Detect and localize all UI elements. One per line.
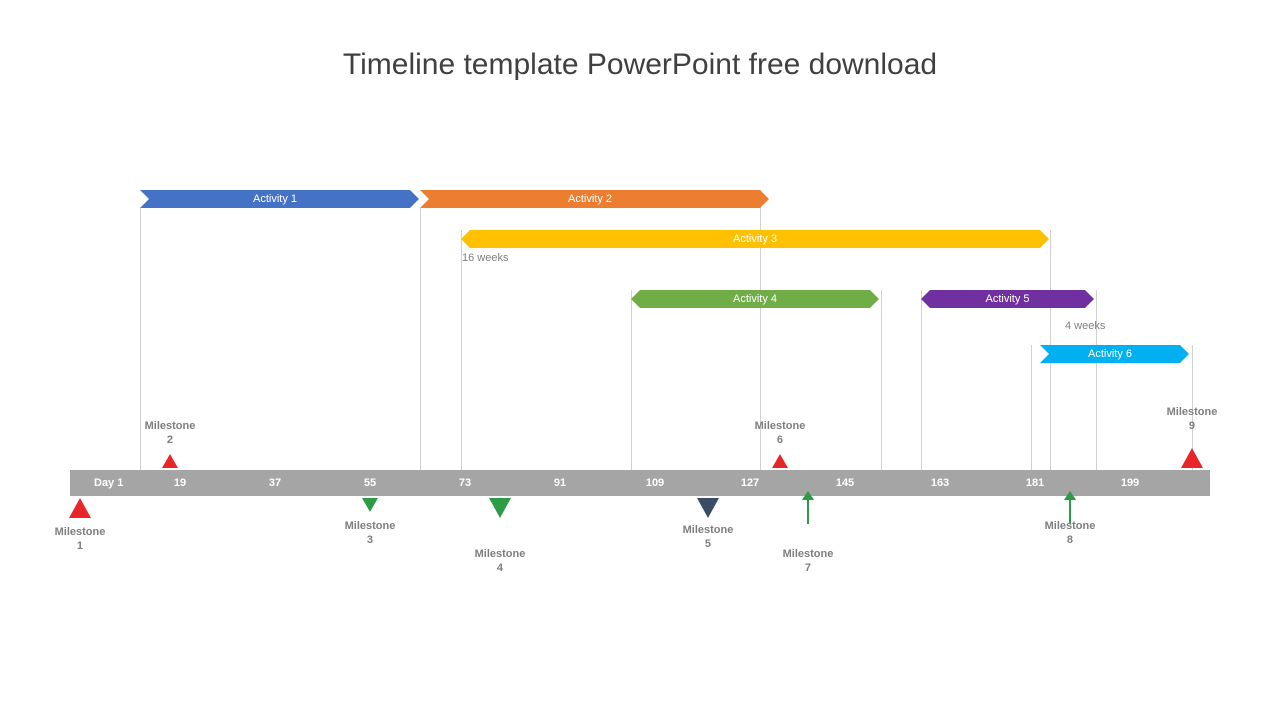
milestone-marker — [697, 498, 719, 518]
axis-tick: 73 — [459, 470, 471, 496]
guideline — [921, 290, 922, 470]
page-title: Timeline template PowerPoint free downlo… — [0, 48, 1280, 82]
milestone-marker — [1181, 448, 1203, 468]
milestone-label: Milestone2 — [145, 420, 196, 448]
milestone-marker — [772, 454, 788, 468]
activity-bar: Activity 1 — [140, 190, 410, 208]
guideline — [881, 290, 882, 470]
activity-bar: Activity 4 — [640, 290, 870, 308]
activity-bar: Activity 5 — [930, 290, 1085, 308]
milestone-label: Milestone1 — [55, 526, 106, 554]
milestone-marker — [162, 454, 178, 468]
axis-tick: 109 — [646, 470, 664, 496]
milestone-label: Milestone7 — [783, 548, 834, 576]
guideline — [1031, 345, 1032, 470]
axis-tick: 37 — [269, 470, 281, 496]
milestone-label: Milestone5 — [683, 524, 734, 552]
milestone-marker — [69, 498, 91, 518]
axis-tick: 145 — [836, 470, 854, 496]
milestone-marker — [489, 498, 511, 518]
axis-tick: 127 — [741, 470, 759, 496]
activity-bar: Activity 6 — [1040, 345, 1180, 363]
milestone-label: Milestone3 — [345, 520, 396, 548]
timeline-axis: Day 1 19 37 55 73 91 109 127 145 163 181 199 — [70, 470, 1210, 496]
milestone-label: Milestone6 — [755, 420, 806, 448]
duration-note: 16 weeks — [462, 252, 508, 264]
milestone-marker — [807, 498, 809, 524]
axis-tick: 163 — [931, 470, 949, 496]
guideline — [1096, 290, 1097, 470]
axis-tick: Day 1 — [94, 470, 123, 496]
milestone-marker — [362, 498, 378, 512]
axis-tick: 19 — [174, 470, 186, 496]
milestone-label: Milestone4 — [475, 548, 526, 576]
guideline — [140, 190, 141, 470]
timeline-chart: Activity 1 Activity 2 Activity 3 Activity 4… — [70, 190, 1210, 610]
axis-tick: 199 — [1121, 470, 1139, 496]
axis-tick: 55 — [364, 470, 376, 496]
activity-bar: Activity 3 — [470, 230, 1040, 248]
duration-note: 4 weeks — [1065, 320, 1105, 332]
milestone-label: Milestone8 — [1045, 520, 1096, 548]
guideline — [420, 190, 421, 470]
axis-tick: 91 — [554, 470, 566, 496]
guideline — [461, 230, 462, 470]
activity-bar: Activity 2 — [420, 190, 760, 208]
milestone-label: Milestone9 — [1167, 406, 1218, 434]
axis-tick: 181 — [1026, 470, 1044, 496]
guideline — [631, 290, 632, 470]
